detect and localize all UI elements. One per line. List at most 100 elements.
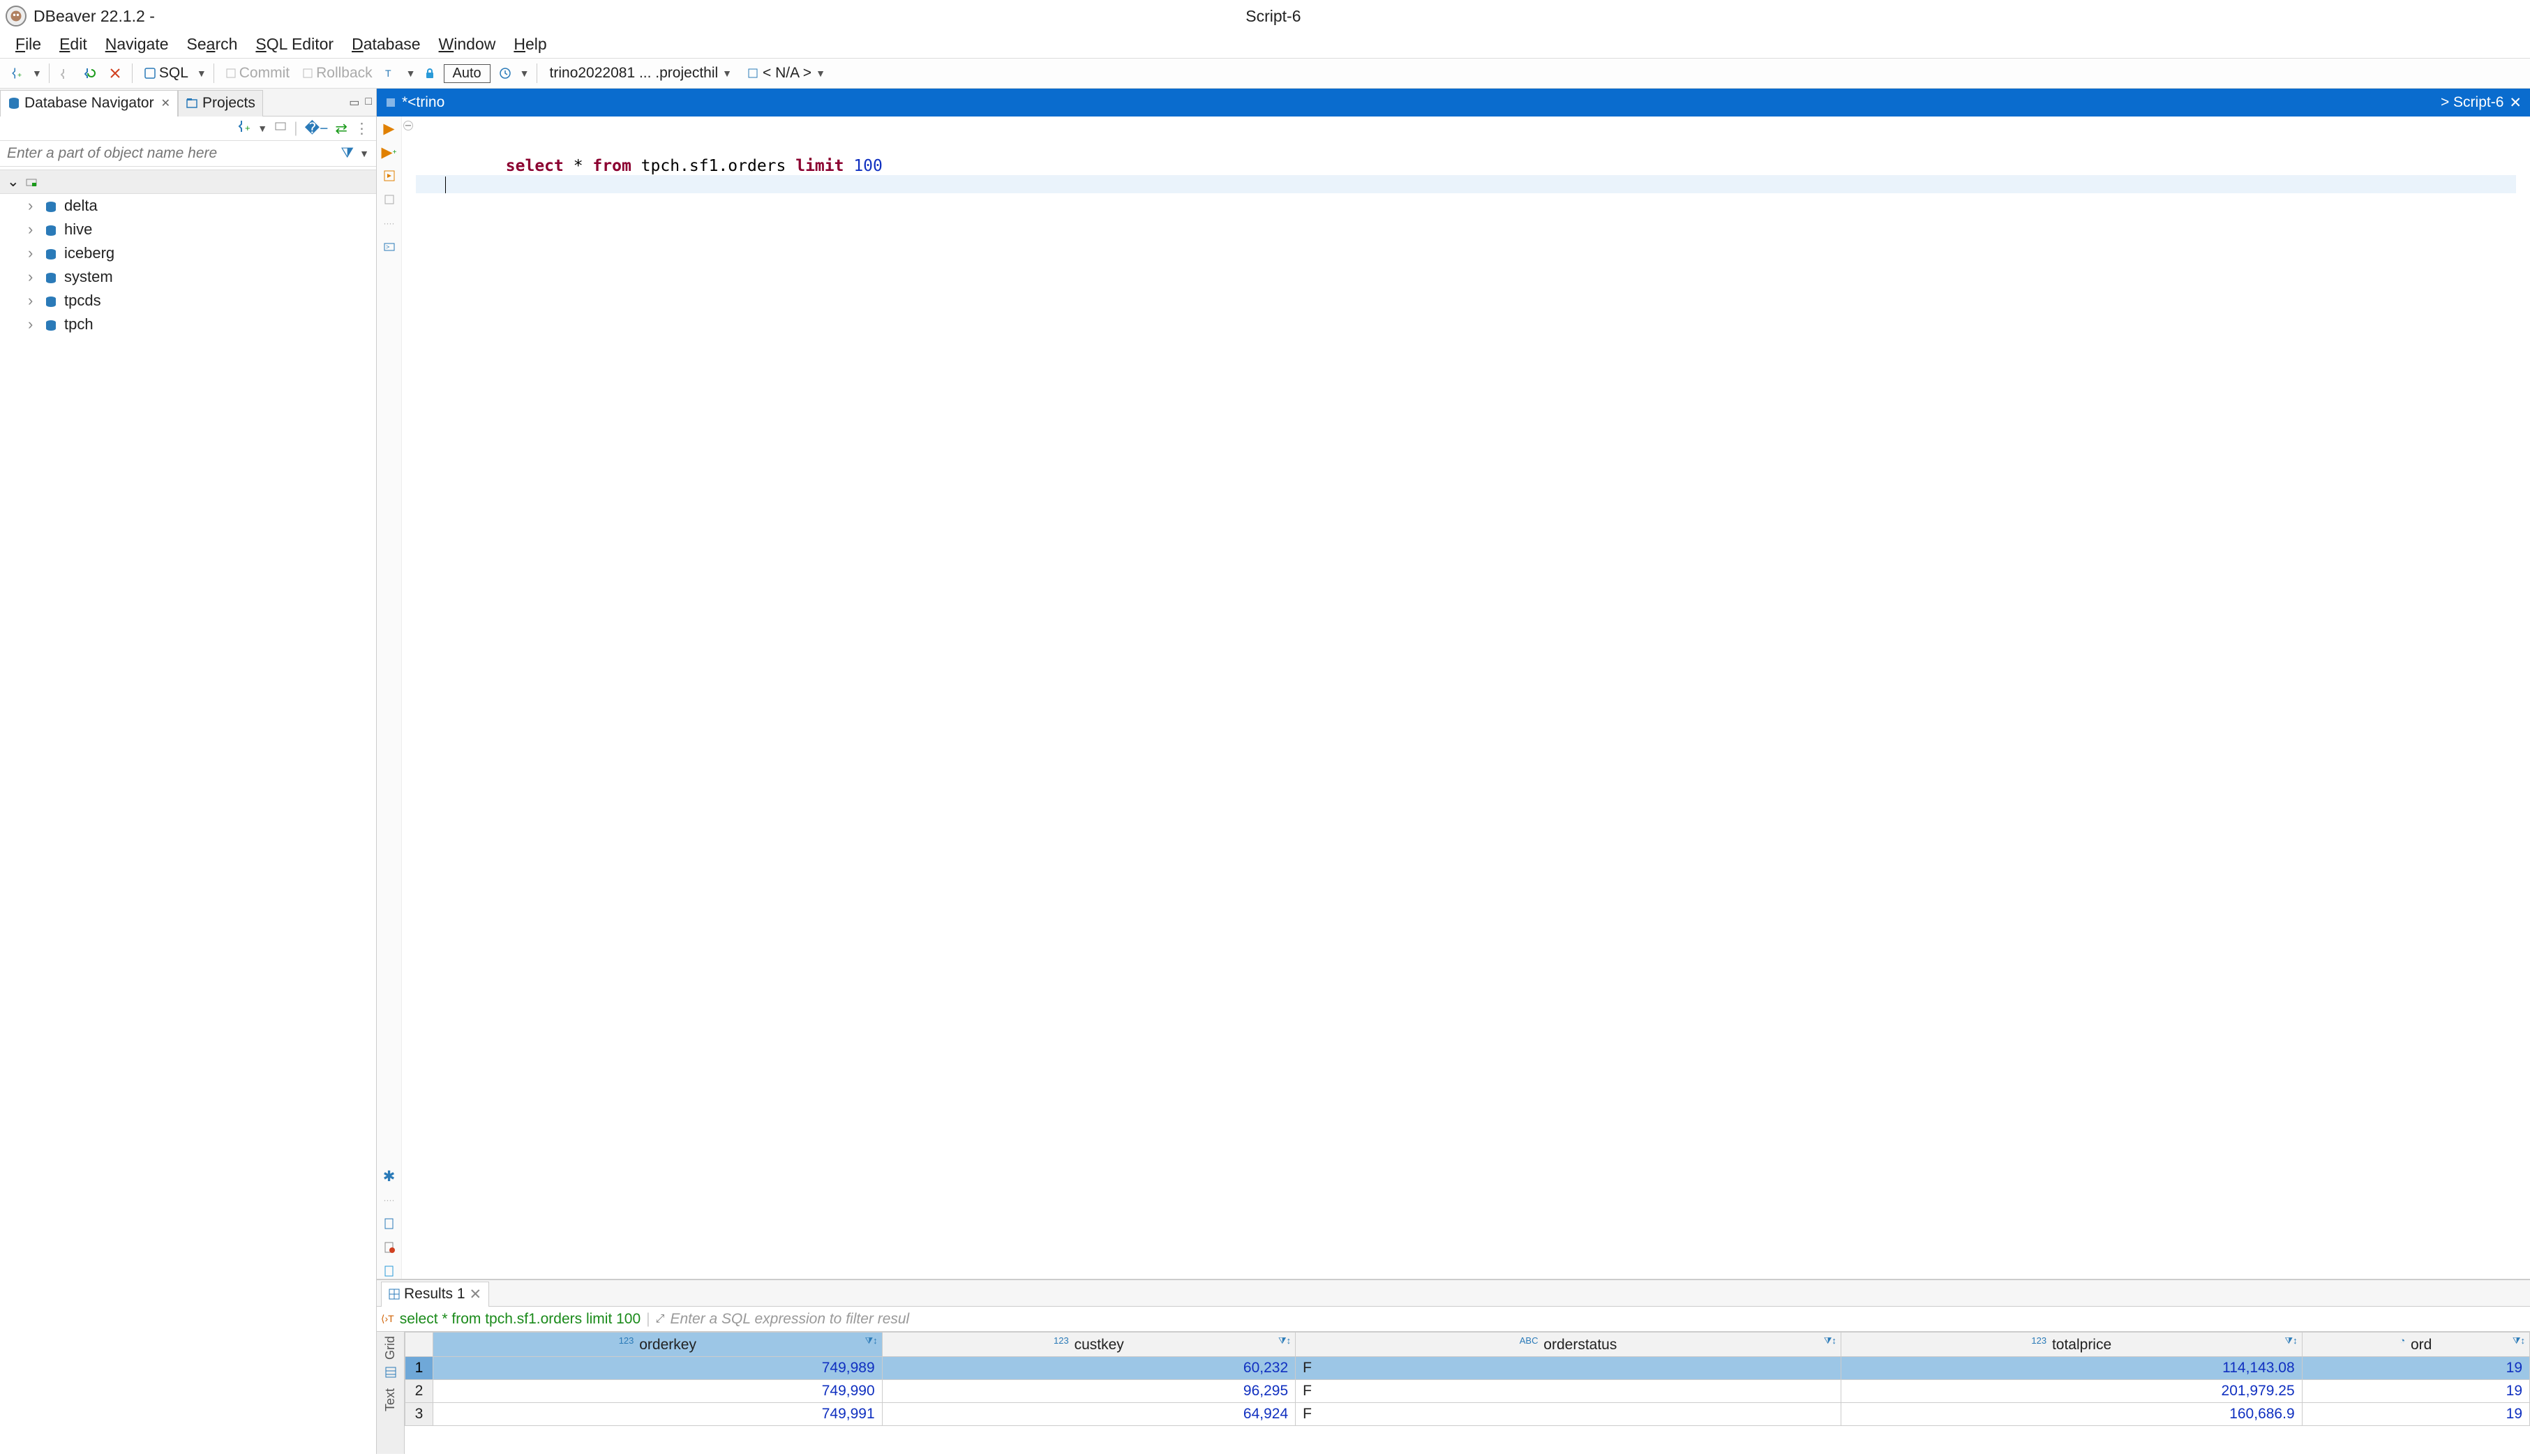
menu-navigate[interactable]: Navigate <box>105 35 169 54</box>
save-error-button[interactable] <box>382 1240 397 1255</box>
menu-file[interactable]: File <box>15 35 41 54</box>
maximize-view-button[interactable]: □ <box>365 96 372 110</box>
history-dropdown[interactable]: ▼ <box>520 68 530 79</box>
connection-selector[interactable]: trino2022081 ... .projecthil ▼ <box>544 63 738 83</box>
close-tab-icon[interactable]: ✕ <box>2509 94 2522 112</box>
cell-totalprice[interactable]: 114,143.08 <box>1841 1357 2302 1380</box>
cell-orderkey[interactable]: 749,991 <box>433 1403 883 1426</box>
tree-root-connection[interactable]: ⌄ <box>0 170 376 194</box>
catalog-delta[interactable]: ›delta <box>0 194 376 218</box>
cell-totalprice[interactable]: 201,979.25 <box>1841 1380 2302 1403</box>
results-tab[interactable]: Results 1 ✕ <box>381 1282 489 1307</box>
cell-orderstatus[interactable]: F <box>1296 1380 1841 1403</box>
new-conn-nav-button[interactable]: + <box>238 120 250 137</box>
explain-button[interactable] <box>382 192 397 207</box>
cell-orderkey[interactable]: 749,989 <box>433 1357 883 1380</box>
nav-more-button[interactable]: ⋮ <box>354 120 369 137</box>
auto-commit-selector[interactable]: Auto <box>444 64 491 83</box>
commit-button[interactable]: Commit <box>221 63 294 83</box>
cell-ord[interactable]: 19 <box>2302 1403 2529 1426</box>
editor-tab[interactable]: *<trino <box>377 94 453 111</box>
new-connection-dropdown[interactable]: ▼ <box>32 68 42 79</box>
run-button[interactable]: ▶ <box>382 121 397 136</box>
tx-mode-dropdown[interactable]: ▼ <box>406 68 416 79</box>
menu-sql-editor[interactable]: SQL Editor <box>255 35 334 54</box>
column-header-ord[interactable]: ◔ ord⧩↕ <box>2302 1333 2529 1357</box>
cell-custkey[interactable]: 60,232 <box>882 1357 1295 1380</box>
minimize-view-button[interactable]: ▭ <box>349 96 359 110</box>
run-script-button[interactable] <box>382 168 397 183</box>
catalog-tpcds[interactable]: ›tpcds <box>0 289 376 313</box>
expand-filter-icon[interactable]: ⤢ <box>656 1313 665 1326</box>
catalog-iceberg[interactable]: ›iceberg <box>0 241 376 265</box>
grid-view-icon[interactable] <box>385 1367 396 1381</box>
grid-view-button[interactable]: Grid <box>383 1332 398 1364</box>
new-connection-button[interactable]: + <box>7 66 28 81</box>
nav-folder-button[interactable] <box>274 120 287 137</box>
sql-editor-dropdown[interactable]: ▼ <box>197 68 207 79</box>
filter-input[interactable] <box>0 141 334 166</box>
filter-hint[interactable]: Enter a SQL expression to filter resul <box>670 1311 2526 1328</box>
close-results-icon[interactable]: ✕ <box>470 1286 482 1303</box>
sql-text-icon[interactable]: ⟨›T <box>381 1313 394 1325</box>
schema-selector[interactable]: < N/A > ▼ <box>742 63 831 83</box>
text-view-button[interactable]: Text <box>383 1384 398 1416</box>
cell-totalprice[interactable]: 160,686.9 <box>1841 1403 2302 1426</box>
cell-custkey[interactable]: 64,924 <box>882 1403 1295 1426</box>
filter-dropdown[interactable]: ▼ <box>359 148 369 159</box>
cell-orderstatus[interactable]: F <box>1296 1403 1841 1426</box>
column-header-orderkey[interactable]: 123 orderkey⧩↕ <box>433 1333 883 1357</box>
new-conn-nav-dropdown[interactable]: ▼ <box>257 123 267 134</box>
table-row[interactable]: 3749,99164,924F160,686.919 <box>405 1403 2530 1426</box>
column-header-totalprice[interactable]: 123 totalprice⧩↕ <box>1841 1333 2302 1357</box>
tx-mode-button[interactable]: T <box>381 66 402 81</box>
menu-help[interactable]: Help <box>514 35 546 54</box>
column-header-custkey[interactable]: 123 custkey⧩↕ <box>882 1333 1295 1357</box>
projects-icon <box>186 97 198 110</box>
sql-editor[interactable]: − select * from tpch.sf1.orders limit 10… <box>402 117 2530 1279</box>
database-icon <box>45 247 57 260</box>
run-new-tab-button[interactable]: ▶+ <box>382 144 397 160</box>
lock-button[interactable] <box>420 66 440 80</box>
new-script-button[interactable] <box>382 1216 397 1231</box>
results-grid[interactable]: 123 orderkey⧩↕123 custkey⧩↕ABC orderstat… <box>405 1332 2530 1454</box>
close-icon[interactable]: ✕ <box>161 96 170 110</box>
show-output-button[interactable]: >_ <box>382 239 397 255</box>
collapse-button[interactable]: �− <box>305 120 329 137</box>
link-button[interactable] <box>382 1263 397 1279</box>
sql-editor-button[interactable]: SQL <box>140 63 193 83</box>
link-editor-button[interactable]: ⇄ <box>335 120 347 137</box>
table-row[interactable]: 1749,98960,232F114,143.0819 <box>405 1357 2530 1380</box>
filter-icon[interactable]: ⧩ <box>340 145 354 162</box>
tab-database-navigator[interactable]: Database Navigator ✕ <box>0 90 178 117</box>
cell-custkey[interactable]: 96,295 <box>882 1380 1295 1403</box>
catalog-system[interactable]: ›system <box>0 265 376 289</box>
rollback-button[interactable]: Rollback <box>298 63 377 83</box>
settings-button[interactable]: ✱ <box>382 1169 397 1184</box>
reconnect-button[interactable] <box>80 66 101 81</box>
history-button[interactable] <box>495 66 516 81</box>
row-number[interactable]: 2 <box>405 1380 433 1403</box>
fold-icon[interactable]: − <box>403 121 413 130</box>
table-row[interactable]: 2749,99096,295F201,979.2519 <box>405 1380 2530 1403</box>
menu-search[interactable]: Search <box>187 35 238 54</box>
cell-orderstatus[interactable]: F <box>1296 1357 1841 1380</box>
row-number-header[interactable] <box>405 1333 433 1357</box>
tab-projects[interactable]: Projects <box>178 90 263 117</box>
menu-database[interactable]: Database <box>352 35 420 54</box>
editor-tab-active[interactable]: > Script-6 ✕ <box>2432 94 2530 112</box>
cell-ord[interactable]: 19 <box>2302 1380 2529 1403</box>
rollback-label: Rollback <box>316 65 373 82</box>
menu-edit[interactable]: Edit <box>59 35 87 54</box>
cell-orderkey[interactable]: 749,990 <box>433 1380 883 1403</box>
row-number[interactable]: 3 <box>405 1403 433 1426</box>
menu-window[interactable]: Window <box>439 35 496 54</box>
catalog-label: hive <box>64 220 92 239</box>
row-number[interactable]: 1 <box>405 1357 433 1380</box>
catalog-tpch[interactable]: ›tpch <box>0 313 376 336</box>
column-header-orderstatus[interactable]: ABC orderstatus⧩↕ <box>1296 1333 1841 1357</box>
connect-button[interactable] <box>57 66 76 80</box>
cell-ord[interactable]: 19 <box>2302 1357 2529 1380</box>
catalog-hive[interactable]: ›hive <box>0 218 376 241</box>
disconnect-button[interactable] <box>105 66 125 80</box>
